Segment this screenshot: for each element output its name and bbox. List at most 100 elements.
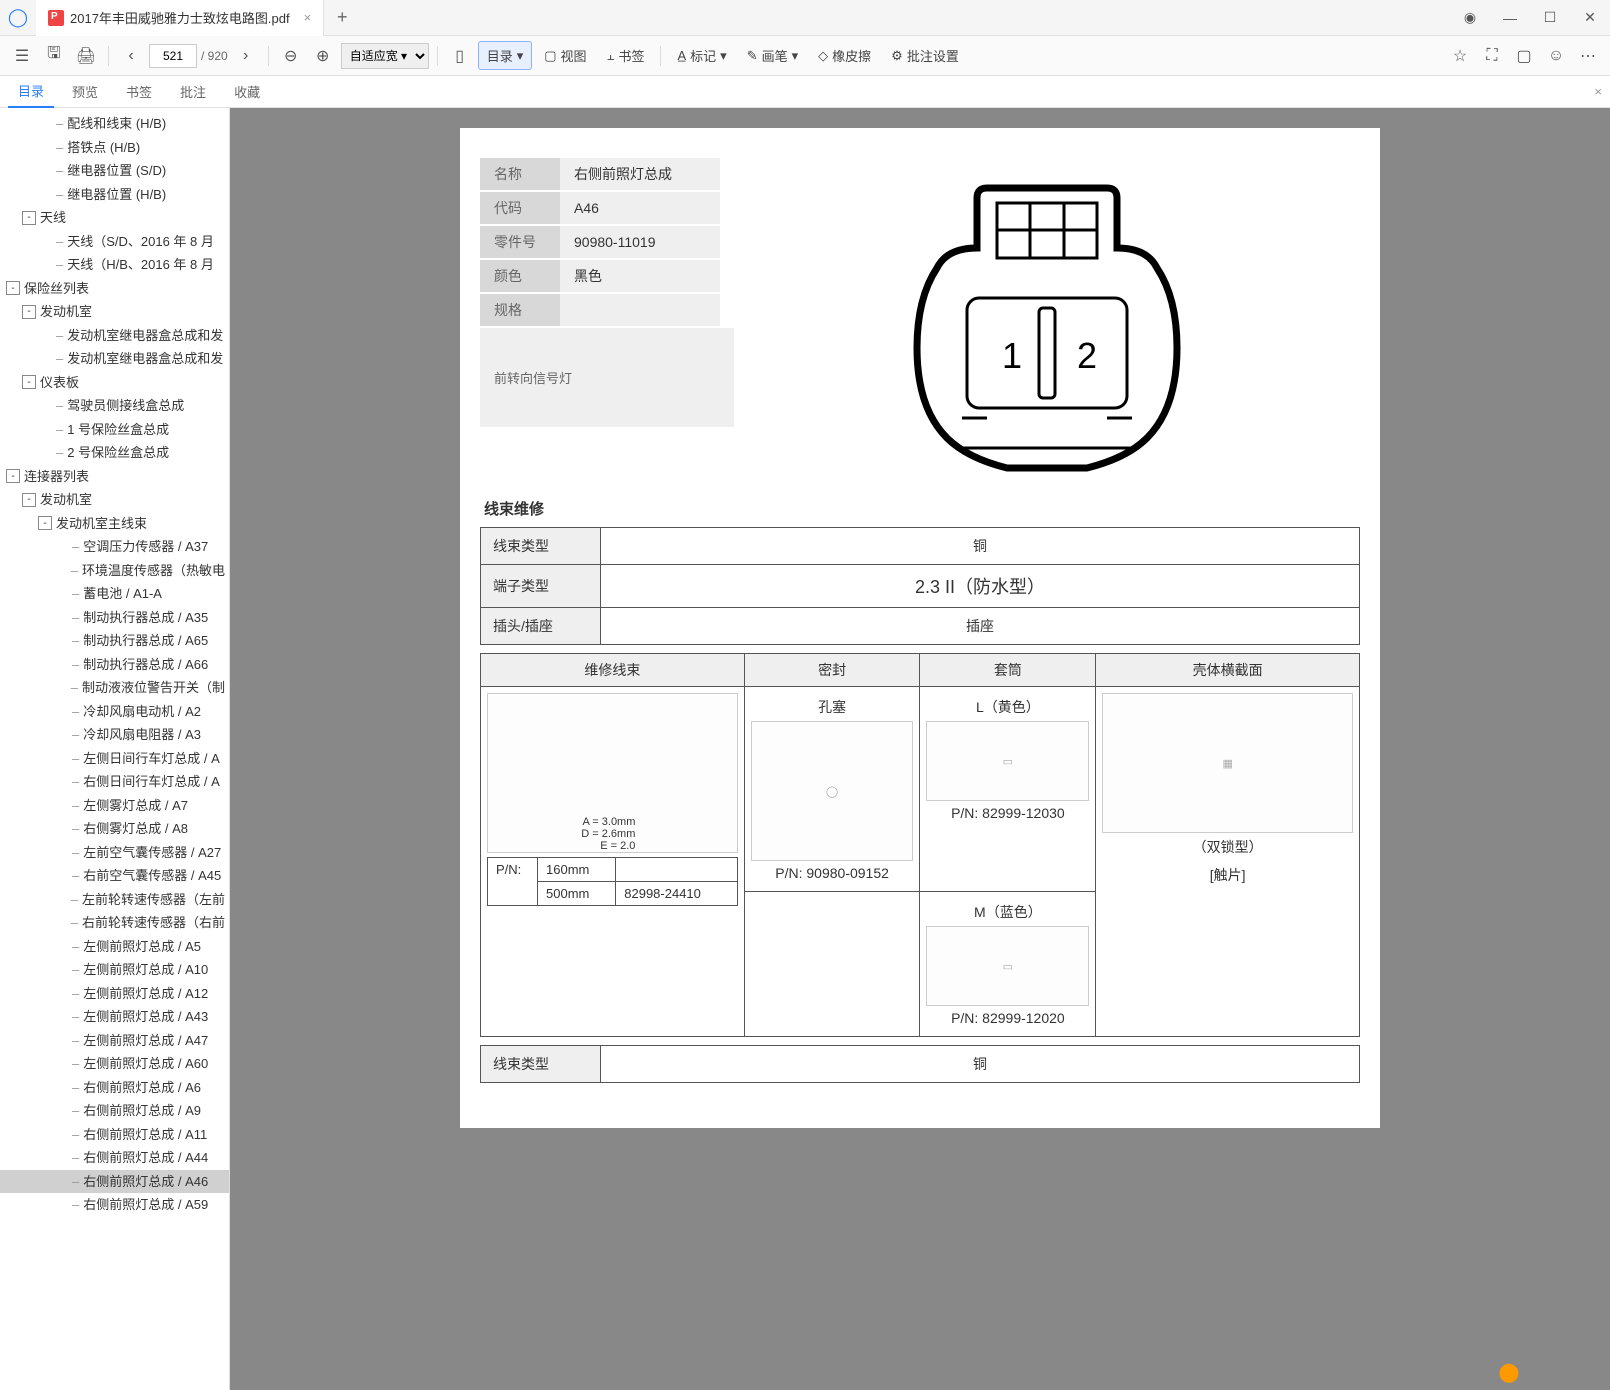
outline-item[interactable]: –空调压力传感器 / A37 bbox=[0, 535, 229, 559]
menu-icon[interactable]: ☰ bbox=[8, 42, 36, 70]
outline-item[interactable]: –蓄电池 / A1-A bbox=[0, 582, 229, 606]
save-icon[interactable]: 🖫 bbox=[40, 42, 68, 70]
outline-item[interactable]: –左侧前照灯总成 / A5 bbox=[0, 935, 229, 959]
outline-item[interactable]: –左前空气囊传感器 / A27 bbox=[0, 841, 229, 865]
expand-icon[interactable]: - bbox=[38, 516, 52, 530]
clipboard-icon[interactable]: ▢ bbox=[1510, 42, 1538, 70]
outline-item[interactable]: –左前轮转速传感器（左前 bbox=[0, 888, 229, 912]
page-layout-icon[interactable]: ▯ bbox=[446, 42, 474, 70]
tab-bookmark[interactable]: 书签 bbox=[116, 76, 162, 107]
outline-item[interactable]: –右侧日间行车灯总成 / A bbox=[0, 770, 229, 794]
mark-button[interactable]: A̲ 标记 ▾ bbox=[669, 42, 734, 69]
outline-item[interactable]: –右侧前照灯总成 / A59 bbox=[0, 1193, 229, 1217]
expand-icon[interactable]: - bbox=[6, 469, 20, 483]
tab-annot[interactable]: 批注 bbox=[170, 76, 216, 107]
eraser-button[interactable]: ◇ 橡皮擦 bbox=[810, 42, 879, 69]
outline-label: 右侧日间行车灯总成 / A bbox=[83, 772, 220, 792]
bookmark-button[interactable]: ⫠ 书签 bbox=[599, 42, 653, 69]
document-tab[interactable]: 2017年丰田威驰雅力士致炫电路图.pdf × bbox=[36, 0, 324, 36]
outline-item[interactable]: -保险丝列表 bbox=[0, 277, 229, 301]
outline-item[interactable]: -发动机室 bbox=[0, 300, 229, 324]
tab-toc[interactable]: 目录 bbox=[8, 75, 54, 108]
outline-item[interactable]: –左侧前照灯总成 / A12 bbox=[0, 982, 229, 1006]
outline-label: 蓄电池 / A1-A bbox=[83, 584, 162, 604]
tab-favorite[interactable]: 收藏 bbox=[224, 76, 270, 107]
more-icon[interactable]: ⋯ bbox=[1574, 42, 1602, 70]
new-tab-button[interactable]: + bbox=[324, 7, 360, 28]
outline-item[interactable]: –配线和线束 (H/B) bbox=[0, 112, 229, 136]
outline-label: 左前轮转速传感器（左前 bbox=[82, 890, 225, 910]
outline-item[interactable]: –驾驶员侧接线盒总成 bbox=[0, 394, 229, 418]
outline-item[interactable]: –发动机室继电器盒总成和发 bbox=[0, 347, 229, 371]
outline-item[interactable]: –左侧雾灯总成 / A7 bbox=[0, 794, 229, 818]
outline-item[interactable]: –冷却风扇电阻器 / A3 bbox=[0, 723, 229, 747]
outline-item[interactable]: –制动执行器总成 / A35 bbox=[0, 606, 229, 630]
sidebar-close-icon[interactable]: × bbox=[1594, 84, 1602, 99]
outline-item[interactable]: –继电器位置 (H/B) bbox=[0, 183, 229, 207]
expand-icon[interactable]: - bbox=[22, 375, 36, 389]
expand-icon[interactable]: - bbox=[22, 305, 36, 319]
outline-item[interactable]: -连接器列表 bbox=[0, 465, 229, 489]
outline-item[interactable]: –天线（H/B、2016 年 8 月 bbox=[0, 253, 229, 277]
sync-icon[interactable]: ◉ bbox=[1450, 0, 1490, 36]
document-viewport[interactable]: 名称右侧前照灯总成 代码A46 零件号90980-11019 颜色黑色 规格 前… bbox=[230, 108, 1610, 1390]
outline-label: 右侧前照灯总成 / A44 bbox=[83, 1148, 208, 1168]
brush-button[interactable]: ✎ 画笔 ▾ bbox=[739, 42, 806, 69]
outline-item[interactable]: –右侧前照灯总成 / A46 bbox=[0, 1170, 229, 1194]
outline-item[interactable]: –发动机室继电器盒总成和发 bbox=[0, 324, 229, 348]
outline-item[interactable]: –左侧日间行车灯总成 / A bbox=[0, 747, 229, 771]
outline-item[interactable]: –制动执行器总成 / A65 bbox=[0, 629, 229, 653]
close-window-button[interactable]: ✕ bbox=[1570, 0, 1610, 36]
star-icon[interactable]: ☆ bbox=[1446, 42, 1474, 70]
zoom-in-icon[interactable]: ⊕ bbox=[309, 42, 337, 70]
expand-icon[interactable]: - bbox=[22, 211, 36, 225]
view-button[interactable]: ▢ 视图 bbox=[536, 42, 594, 69]
prev-page-icon[interactable]: ‹ bbox=[117, 42, 145, 70]
outline-item[interactable]: –右侧前照灯总成 / A44 bbox=[0, 1146, 229, 1170]
outline-item[interactable]: –搭铁点 (H/B) bbox=[0, 136, 229, 160]
zoom-out-icon[interactable]: ⊖ bbox=[277, 42, 305, 70]
outline-item[interactable]: –环境温度传感器（热敏电 bbox=[0, 559, 229, 583]
annot-settings-button[interactable]: ⚙ 批注设置 bbox=[883, 42, 967, 69]
main-toolbar: ☰ 🖫 🖨 ‹ / 920 › ⊖ ⊕ 自适应宽 ▾ ▯ 目录 ▾ ▢ 视图 ⫠… bbox=[0, 36, 1610, 76]
outline-item[interactable]: –天线（S/D、2016 年 8 月 bbox=[0, 230, 229, 254]
outline-item[interactable]: –右侧前照灯总成 / A9 bbox=[0, 1099, 229, 1123]
sidebar-tabstrip: 目录 预览 书签 批注 收藏 × bbox=[0, 76, 1610, 108]
print-icon[interactable]: 🖨 bbox=[72, 42, 100, 70]
outline-item[interactable]: –左侧前照灯总成 / A47 bbox=[0, 1029, 229, 1053]
outline-item[interactable]: –右侧前照灯总成 / A11 bbox=[0, 1123, 229, 1147]
user-icon[interactable]: ☺ bbox=[1542, 42, 1570, 70]
zoom-fit-icon[interactable]: ⛶ bbox=[1478, 42, 1506, 70]
outline-item[interactable]: –制动执行器总成 / A66 bbox=[0, 653, 229, 677]
outline-item[interactable]: –右前轮转速传感器（右前 bbox=[0, 911, 229, 935]
zoom-select[interactable]: 自适应宽 ▾ bbox=[341, 43, 429, 69]
expand-icon[interactable]: - bbox=[22, 493, 36, 507]
outline-item[interactable]: –左侧前照灯总成 / A43 bbox=[0, 1005, 229, 1029]
outline-item[interactable]: -仪表板 bbox=[0, 371, 229, 395]
pdf-icon bbox=[48, 10, 64, 26]
outline-label: 驾驶员侧接线盒总成 bbox=[67, 396, 184, 416]
connector-info-table: 名称右侧前照灯总成 代码A46 零件号90980-11019 颜色黑色 规格 bbox=[480, 158, 720, 328]
outline-item[interactable]: –冷却风扇电动机 / A2 bbox=[0, 700, 229, 724]
outline-item[interactable]: -发动机室 bbox=[0, 488, 229, 512]
outline-item[interactable]: –右侧前照灯总成 / A6 bbox=[0, 1076, 229, 1100]
outline-item[interactable]: -发动机室主线束 bbox=[0, 512, 229, 536]
page-number-input[interactable] bbox=[149, 44, 197, 68]
outline-item[interactable]: –左侧前照灯总成 / A10 bbox=[0, 958, 229, 982]
minimize-button[interactable]: — bbox=[1490, 0, 1530, 36]
next-page-icon[interactable]: › bbox=[232, 42, 260, 70]
expand-icon[interactable]: - bbox=[6, 281, 20, 295]
outline-item[interactable]: –左侧前照灯总成 / A60 bbox=[0, 1052, 229, 1076]
outline-item[interactable]: –制动液液位警告开关（制 bbox=[0, 676, 229, 700]
outline-sidebar[interactable]: –配线和线束 (H/B)–搭铁点 (H/B)–继电器位置 (S/D)–继电器位置… bbox=[0, 108, 230, 1390]
tab-close-icon[interactable]: × bbox=[304, 10, 312, 25]
outline-item[interactable]: –2 号保险丝盒总成 bbox=[0, 441, 229, 465]
outline-item[interactable]: –右侧雾灯总成 / A8 bbox=[0, 817, 229, 841]
outline-item[interactable]: –继电器位置 (S/D) bbox=[0, 159, 229, 183]
maximize-button[interactable]: ☐ bbox=[1530, 0, 1570, 36]
outline-item[interactable]: –右前空气囊传感器 / A45 bbox=[0, 864, 229, 888]
outline-item[interactable]: -天线 bbox=[0, 206, 229, 230]
outline-item[interactable]: –1 号保险丝盒总成 bbox=[0, 418, 229, 442]
tab-preview[interactable]: 预览 bbox=[62, 76, 108, 107]
toc-dropdown[interactable]: 目录 ▾ bbox=[478, 41, 533, 70]
